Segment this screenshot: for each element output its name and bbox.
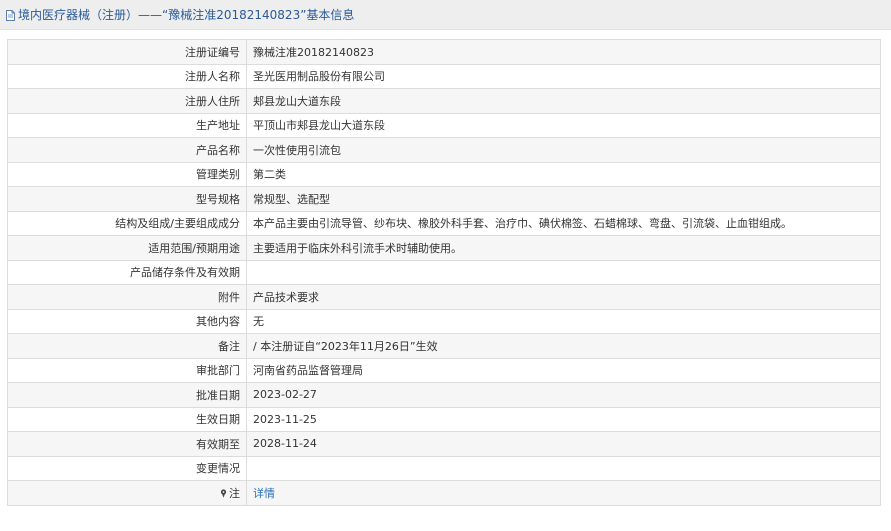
row-value: 2023-02-27 xyxy=(246,382,881,408)
table-row: 备注 / 本注册证自“2023年11月26日”生效 xyxy=(7,333,881,359)
row-value: 第二类 xyxy=(246,161,881,187)
row-value: 2023-11-25 xyxy=(246,406,881,432)
table-row: 审批部门 河南省药品监督管理局 xyxy=(7,357,881,383)
row-value: 圣光医用制品股份有限公司 xyxy=(246,63,881,89)
row-label: 管理类别 xyxy=(7,161,247,187)
table-row: 附件 产品技术要求 xyxy=(7,284,881,310)
row-value: 豫械注准20182140823 xyxy=(246,39,881,65)
info-table-container: 注册证编号 豫械注准20182140823 注册人名称 圣光医用制品股份有限公司 注… xyxy=(7,39,881,506)
row-label: 备注 xyxy=(7,333,247,359)
row-label: 产品储存条件及有效期 xyxy=(7,259,247,285)
table-row: 生效日期 2023-11-25 xyxy=(7,406,881,432)
row-value: 平顶山市郏县龙山大道东段 xyxy=(246,112,881,138)
row-label: 其他内容 xyxy=(7,308,247,334)
document-icon xyxy=(6,10,15,21)
row-value: 常规型、选配型 xyxy=(246,186,881,212)
pin-icon xyxy=(220,488,227,498)
row-value xyxy=(246,455,881,481)
table-row: 结构及组成/主要组成成分 本产品主要由引流导管、纱布块、橡胶外科手套、治疗巾、碘伏… xyxy=(7,210,881,236)
row-label: 型号规格 xyxy=(7,186,247,212)
table-row: 注册证编号 豫械注准20182140823 xyxy=(7,39,881,65)
details-link[interactable]: 详情 xyxy=(253,487,275,500)
row-label: 审批部门 xyxy=(7,357,247,383)
table-row: 管理类别 第二类 xyxy=(7,161,881,187)
row-label: 产品名称 xyxy=(7,137,247,163)
row-value: 本产品主要由引流导管、纱布块、橡胶外科手套、治疗巾、碘伏棉签、石蜡棉球、弯盘、引… xyxy=(246,210,881,236)
row-value: 2028-11-24 xyxy=(246,431,881,457)
row-label: 生产地址 xyxy=(7,112,247,138)
row-label: 生效日期 xyxy=(7,406,247,432)
table-row: 型号规格 常规型、选配型 xyxy=(7,186,881,212)
row-value: 郏县龙山大道东段 xyxy=(246,88,881,114)
table-row: 注册人住所 郏县龙山大道东段 xyxy=(7,88,881,114)
row-label: 注册证编号 xyxy=(7,39,247,65)
row-value: 一次性使用引流包 xyxy=(246,137,881,163)
table-row: 变更情况 xyxy=(7,455,881,481)
row-value: 河南省药品监督管理局 xyxy=(246,357,881,383)
note-label: 注 xyxy=(229,486,240,500)
row-label: 有效期至 xyxy=(7,431,247,457)
table-row: 产品名称 一次性使用引流包 xyxy=(7,137,881,163)
note-value-cell: 详情 xyxy=(246,480,881,506)
page-title: 境内医疗器械（注册）——“豫械注准20182140823”基本信息 xyxy=(18,8,355,22)
row-value xyxy=(246,259,881,285)
row-value: / 本注册证自“2023年11月26日”生效 xyxy=(246,333,881,359)
row-value: 无 xyxy=(246,308,881,334)
table-row: 有效期至 2028-11-24 xyxy=(7,431,881,457)
info-table-body: 注册证编号 豫械注准20182140823 注册人名称 圣光医用制品股份有限公司 注… xyxy=(7,39,881,506)
table-row: 批准日期 2023-02-27 xyxy=(7,382,881,408)
table-row-note: 注 详情 xyxy=(7,480,881,506)
row-value: 产品技术要求 xyxy=(246,284,881,310)
page-header: 境内医疗器械（注册）——“豫械注准20182140823”基本信息 xyxy=(0,0,891,30)
row-label: 变更情况 xyxy=(7,455,247,481)
table-row: 适用范围/预期用途 主要适用于临床外科引流手术时辅助使用。 xyxy=(7,235,881,261)
row-label: 适用范围/预期用途 xyxy=(7,235,247,261)
row-label: 注册人住所 xyxy=(7,88,247,114)
table-row: 生产地址 平顶山市郏县龙山大道东段 xyxy=(7,112,881,138)
info-table: 注册证编号 豫械注准20182140823 注册人名称 圣光医用制品股份有限公司 注… xyxy=(7,39,881,506)
row-value: 主要适用于临床外科引流手术时辅助使用。 xyxy=(246,235,881,261)
row-label: 结构及组成/主要组成成分 xyxy=(7,210,247,236)
note-label-cell: 注 xyxy=(7,480,247,506)
table-row: 其他内容无 xyxy=(7,308,881,334)
table-row: 产品储存条件及有效期 xyxy=(7,259,881,285)
row-label: 附件 xyxy=(7,284,247,310)
table-row: 注册人名称 圣光医用制品股份有限公司 xyxy=(7,63,881,89)
row-label: 注册人名称 xyxy=(7,63,247,89)
row-label: 批准日期 xyxy=(7,382,247,408)
